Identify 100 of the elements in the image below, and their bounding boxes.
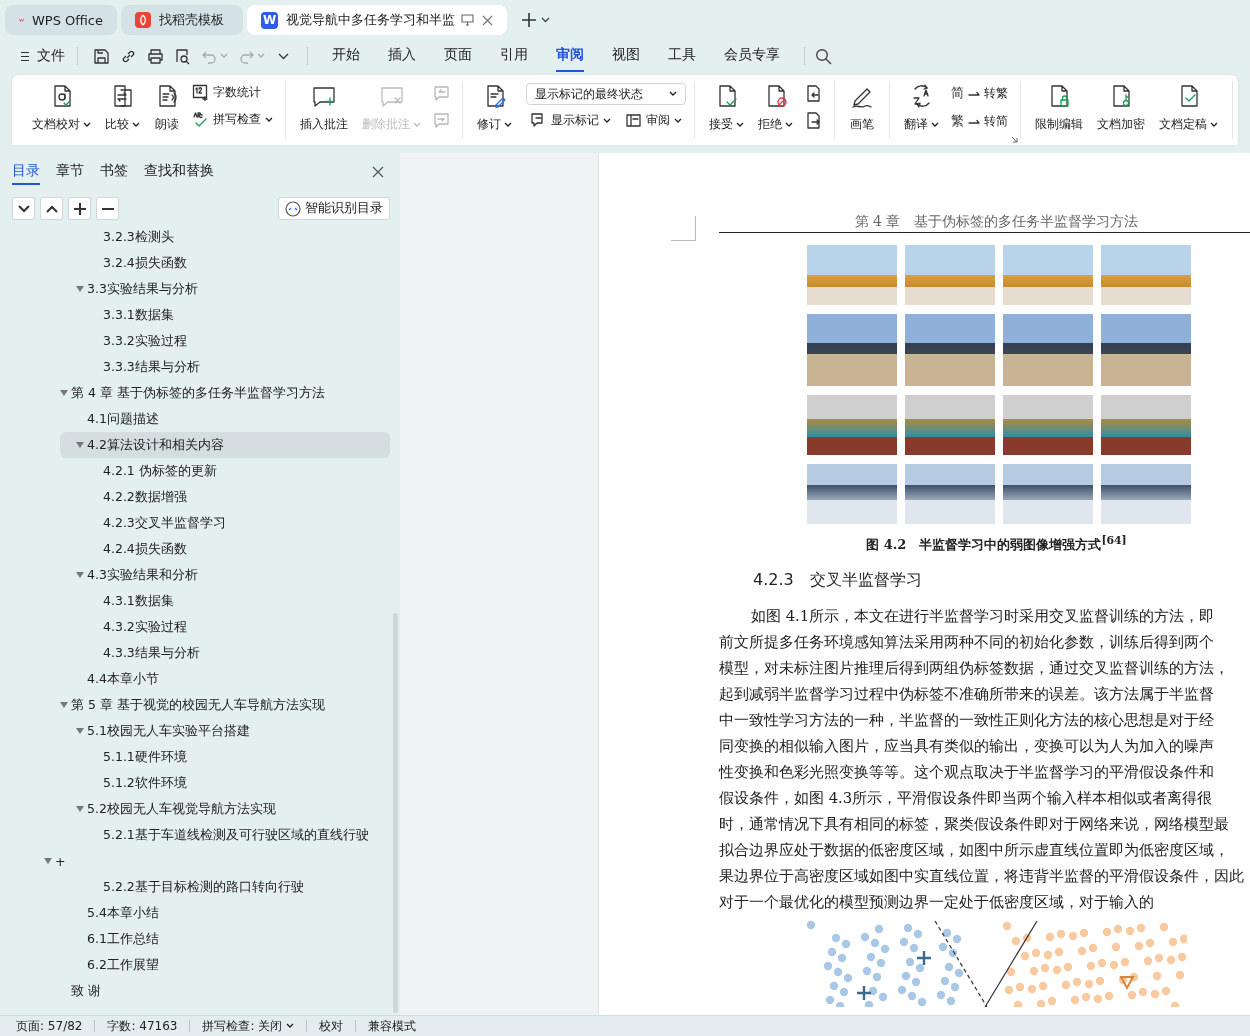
document-tab[interactable]: WPS Office	[5, 5, 117, 35]
ribbon-tab[interactable]: 视图	[612, 40, 640, 72]
ribbon-tab[interactable]: 审阅	[556, 40, 584, 72]
sidebar-tab[interactable]: 目录	[12, 159, 40, 185]
paragraph-line: 前文所提多任务环境感知算法采用两种不同的初始化参数，训练后得到两个	[719, 632, 1214, 653]
toc-item[interactable]: 5.2.1基于车道线检测及可行驶区域的直线行驶	[76, 822, 390, 848]
paragraph-line: 果边界位于高密度区域如图中实直线位置，将违背半监督的平滑假设条件，因此	[719, 866, 1244, 887]
file-menu-button[interactable]: 文件	[18, 44, 67, 68]
toolbar-button[interactable]: 拒绝	[752, 81, 799, 135]
triangle-icon[interactable]	[60, 701, 68, 709]
paragraph-line: 起到减弱半监督学习过程中伪标签不准确所带来的误差。该方法属于半监督	[719, 684, 1214, 705]
document-tab[interactable]: 找稻壳模板	[121, 5, 243, 35]
toolbar-button[interactable]: 文档定稿	[1153, 81, 1224, 135]
close-icon[interactable]	[372, 166, 384, 178]
toolbar-button[interactable]: 翻译	[898, 81, 945, 135]
toc-item[interactable]: 4.2算法设计和相关内容	[60, 432, 390, 458]
toc-item[interactable]: +	[28, 848, 390, 874]
toolbar-button[interactable]: 画笔	[843, 81, 881, 135]
toc-item[interactable]: 5.4本章小结	[60, 900, 390, 926]
toolbar-button[interactable]: 插入批注	[294, 81, 354, 135]
document-tab[interactable]: W 视觉导航中多任务学习和半监	[247, 5, 507, 35]
status-item[interactable]: 拼写检查: 关闭	[202, 1017, 295, 1035]
icon-button[interactable]	[805, 112, 822, 129]
toc-item[interactable]: 第 5 章 基于视觉的校园无人车导航方法实现	[44, 692, 390, 718]
toolbar-button[interactable]: 审阅	[621, 111, 686, 130]
caret-icon	[504, 121, 512, 128]
toolbar-button[interactable]: 简 转繁	[947, 83, 1012, 103]
toc-item[interactable]: 3.2.4损失函数	[76, 250, 390, 276]
ribbon-tab[interactable]: 引用	[500, 40, 528, 72]
dialog-launcher-icon[interactable]	[1011, 136, 1018, 143]
ribbon-tab[interactable]: 开始	[332, 40, 360, 72]
toc-item[interactable]: 4.4本章小节	[60, 666, 390, 692]
ribbon-tab[interactable]: 会员专享	[724, 40, 780, 72]
remove-button[interactable]	[96, 197, 119, 220]
toolbar-button[interactable]: 显示标记	[526, 111, 615, 130]
add-button[interactable]	[68, 197, 91, 220]
triangle-icon[interactable]	[76, 805, 84, 813]
toolbar-button[interactable]: 限制编辑	[1029, 81, 1089, 135]
ribbon-tab[interactable]: 工具	[668, 40, 696, 72]
toc-item[interactable]: 5.1.1硬件环境	[76, 744, 390, 770]
toc-item[interactable]: 6.2工作展望	[60, 952, 390, 978]
toc-item[interactable]: 第 4 章 基于伪标签的多任务半监督学习方法	[44, 380, 390, 406]
close-icon[interactable]	[482, 14, 493, 26]
toc-item[interactable]: 3.2.3检测头	[76, 224, 390, 250]
toc-item[interactable]: 4.3.2实验过程	[76, 614, 390, 640]
expand-button[interactable]	[40, 197, 63, 220]
status-item: 校对	[319, 1017, 344, 1035]
toolbar-button[interactable]: 拼写检查	[188, 110, 277, 129]
smart-toc-button[interactable]: 智能识别目录	[278, 197, 390, 220]
toc-item[interactable]: 3.3.1数据集	[76, 302, 390, 328]
toc-item[interactable]: 6.1工作总结	[60, 926, 390, 952]
new-tab-plus-icon[interactable]	[521, 12, 537, 28]
collapse-button[interactable]	[12, 197, 35, 220]
toc-item[interactable]: 4.1问题描述	[60, 406, 390, 432]
toc-item[interactable]: 4.3.3结果与分析	[76, 640, 390, 666]
section-heading: 4.2.3 交叉半监督学习	[753, 570, 922, 592]
toc-item[interactable]: 4.2.4损失函数	[76, 536, 390, 562]
sidebar-tab[interactable]: 章节	[56, 159, 84, 185]
toc-item[interactable]: 5.1校园无人车实验平台搭建	[60, 718, 390, 744]
toolbar-button[interactable]: 接受	[703, 81, 750, 135]
ribbon-tab[interactable]: 页面	[444, 40, 472, 72]
triangle-icon[interactable]	[76, 727, 84, 735]
toolbar-button[interactable]: 比较	[99, 81, 146, 135]
triangle-icon[interactable]	[60, 389, 68, 397]
search-icon[interactable]	[815, 47, 832, 65]
toolbar-button[interactable]: 文档加密	[1091, 81, 1151, 135]
markup-dropdown[interactable]: 显示标记的最终状态	[526, 83, 686, 105]
triangle-icon[interactable]	[44, 857, 52, 865]
monitor-icon[interactable]	[461, 14, 474, 26]
triangle-icon[interactable]	[76, 441, 84, 449]
caret-icon[interactable]	[541, 17, 550, 23]
toc-item[interactable]: 4.3.1数据集	[76, 588, 390, 614]
scrollbar-thumb[interactable]	[393, 613, 398, 1013]
icon-button[interactable]	[805, 85, 822, 102]
triangle-icon[interactable]	[76, 571, 84, 579]
toc-item[interactable]: 5.2.2基于目标检测的路口转向行驶	[76, 874, 390, 900]
toc-item[interactable]: 5.2校园无人车视觉导航方法实现	[60, 796, 390, 822]
ribbon-tab[interactable]: 插入	[388, 40, 416, 72]
toc-item[interactable]: 4.2.2数据增强	[76, 484, 390, 510]
sidebar-tab[interactable]: 书签	[100, 159, 128, 185]
toolbar-button[interactable]: 修订	[471, 81, 518, 135]
toolbar-button[interactable]: 繁 转简	[947, 111, 1012, 131]
toolbar-button[interactable]: 文档校对	[26, 81, 97, 135]
paragraph-line: 拟合边界应处于数据的低密度区域，如图中所示虚直线位置即为低密度区域，	[719, 840, 1229, 861]
triangle-icon[interactable]	[76, 285, 84, 293]
toc-item[interactable]: 4.2.1 伪标签的更新	[76, 458, 390, 484]
toc-item[interactable]: 4.2.3交叉半监督学习	[76, 510, 390, 536]
toc-item[interactable]: 3.3.3结果与分析	[76, 354, 390, 380]
sidebar-tab[interactable]: 查找和替换	[144, 159, 214, 185]
toc-item[interactable]: 致 谢	[44, 978, 390, 1004]
toc-item[interactable]: 3.3.2实验过程	[76, 328, 390, 354]
toolbar-button[interactable]: 字数统计	[188, 83, 277, 102]
toolbar-button[interactable]: 朗读	[148, 81, 186, 135]
toc-item[interactable]: 3.3实验结果与分析	[60, 276, 390, 302]
plus-marker	[855, 985, 873, 1002]
toc-item[interactable]: 4.3实验结果和分析	[60, 562, 390, 588]
paragraph-line: 模型，对未标注图片推理后得到两组伪标签数据，通过交叉监督训练的方法，	[719, 658, 1229, 679]
toc-item[interactable]: 5.1.2软件环境	[76, 770, 390, 796]
chevron-down-icon	[17, 204, 30, 213]
paragraph-line: 中一致性学习方法的一种，半监督的一致性正则化方法的核心思想是对于经	[719, 710, 1214, 731]
